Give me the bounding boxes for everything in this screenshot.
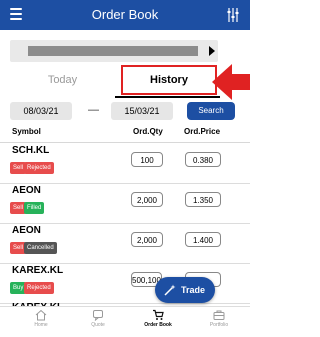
sliders-icon[interactable]	[226, 7, 240, 23]
date-separator: —	[88, 104, 99, 116]
briefcase-icon	[213, 310, 225, 320]
trade-button[interactable]: Trade	[155, 277, 215, 303]
order-price: 1.350	[185, 192, 221, 207]
bottom-nav: Home Quote Order Book Portfolio	[0, 306, 250, 337]
nav-portfolio[interactable]: Portfolio	[194, 309, 244, 328]
order-qty: 2,000	[131, 232, 163, 247]
tab-active-underline	[115, 96, 220, 98]
status-badge: Cancelled	[24, 242, 57, 254]
symbol-label: KAREX.KL	[12, 265, 64, 276]
nav-label: Order Book	[144, 322, 172, 328]
nav-label: Quote	[91, 322, 105, 328]
order-price: 0.380	[185, 152, 221, 167]
table-header: Symbol Ord.Qty Ord.Price	[0, 124, 250, 143]
table-row[interactable]: AEON Sell Cancelled 2,000 1.400	[0, 223, 250, 264]
order-price: 1.400	[185, 232, 221, 247]
nav-label: Home	[34, 322, 48, 328]
status-badge: Rejected	[24, 282, 54, 294]
order-qty: 100	[131, 152, 163, 167]
search-button[interactable]: Search	[187, 102, 235, 120]
status-badge: Rejected	[24, 162, 54, 174]
trade-label: Trade	[181, 285, 206, 295]
app-header: Order Book	[0, 0, 250, 30]
order-book-screen: Order Book Today History 08/03/21 — 15/0…	[0, 0, 250, 337]
page-title: Order Book	[91, 7, 159, 22]
account-mask	[28, 46, 198, 56]
nav-home[interactable]: Home	[16, 309, 66, 328]
symbol-label: AEON	[12, 225, 41, 236]
column-ord-price: Ord.Price	[184, 127, 221, 136]
chat-icon	[93, 310, 103, 321]
symbol-label: SCH.KL	[12, 145, 50, 156]
home-icon	[35, 309, 47, 321]
date-filter: 08/03/21 — 15/03/21 Search	[10, 102, 240, 124]
tab-history[interactable]: History	[121, 65, 217, 95]
symbol-label: AEON	[12, 185, 41, 196]
red-arrow-icon	[212, 64, 250, 100]
column-symbol: Symbol	[12, 127, 41, 136]
to-date-field[interactable]: 15/03/21	[111, 102, 173, 120]
table-row[interactable]: AEON Sell Filled 2,000 1.350	[0, 183, 250, 224]
status-badge: Filled	[24, 202, 45, 214]
nav-order-book[interactable]: Order Book	[133, 309, 183, 328]
column-ord-qty: Ord.Qty	[133, 127, 163, 136]
order-tabs: Today History	[10, 65, 220, 99]
cart-icon	[153, 309, 164, 320]
order-qty: 2,000	[131, 192, 163, 207]
wand-icon	[164, 284, 176, 296]
table-row[interactable]: SCH.KL Sell Rejected 100 0.380	[0, 143, 250, 184]
from-date-field[interactable]: 08/03/21	[10, 102, 72, 120]
account-selector[interactable]	[10, 40, 218, 62]
nav-quote[interactable]: Quote	[73, 309, 123, 328]
nav-label: Portfolio	[209, 322, 229, 328]
caret-right-icon	[209, 46, 215, 56]
tab-today[interactable]: Today	[10, 65, 115, 95]
